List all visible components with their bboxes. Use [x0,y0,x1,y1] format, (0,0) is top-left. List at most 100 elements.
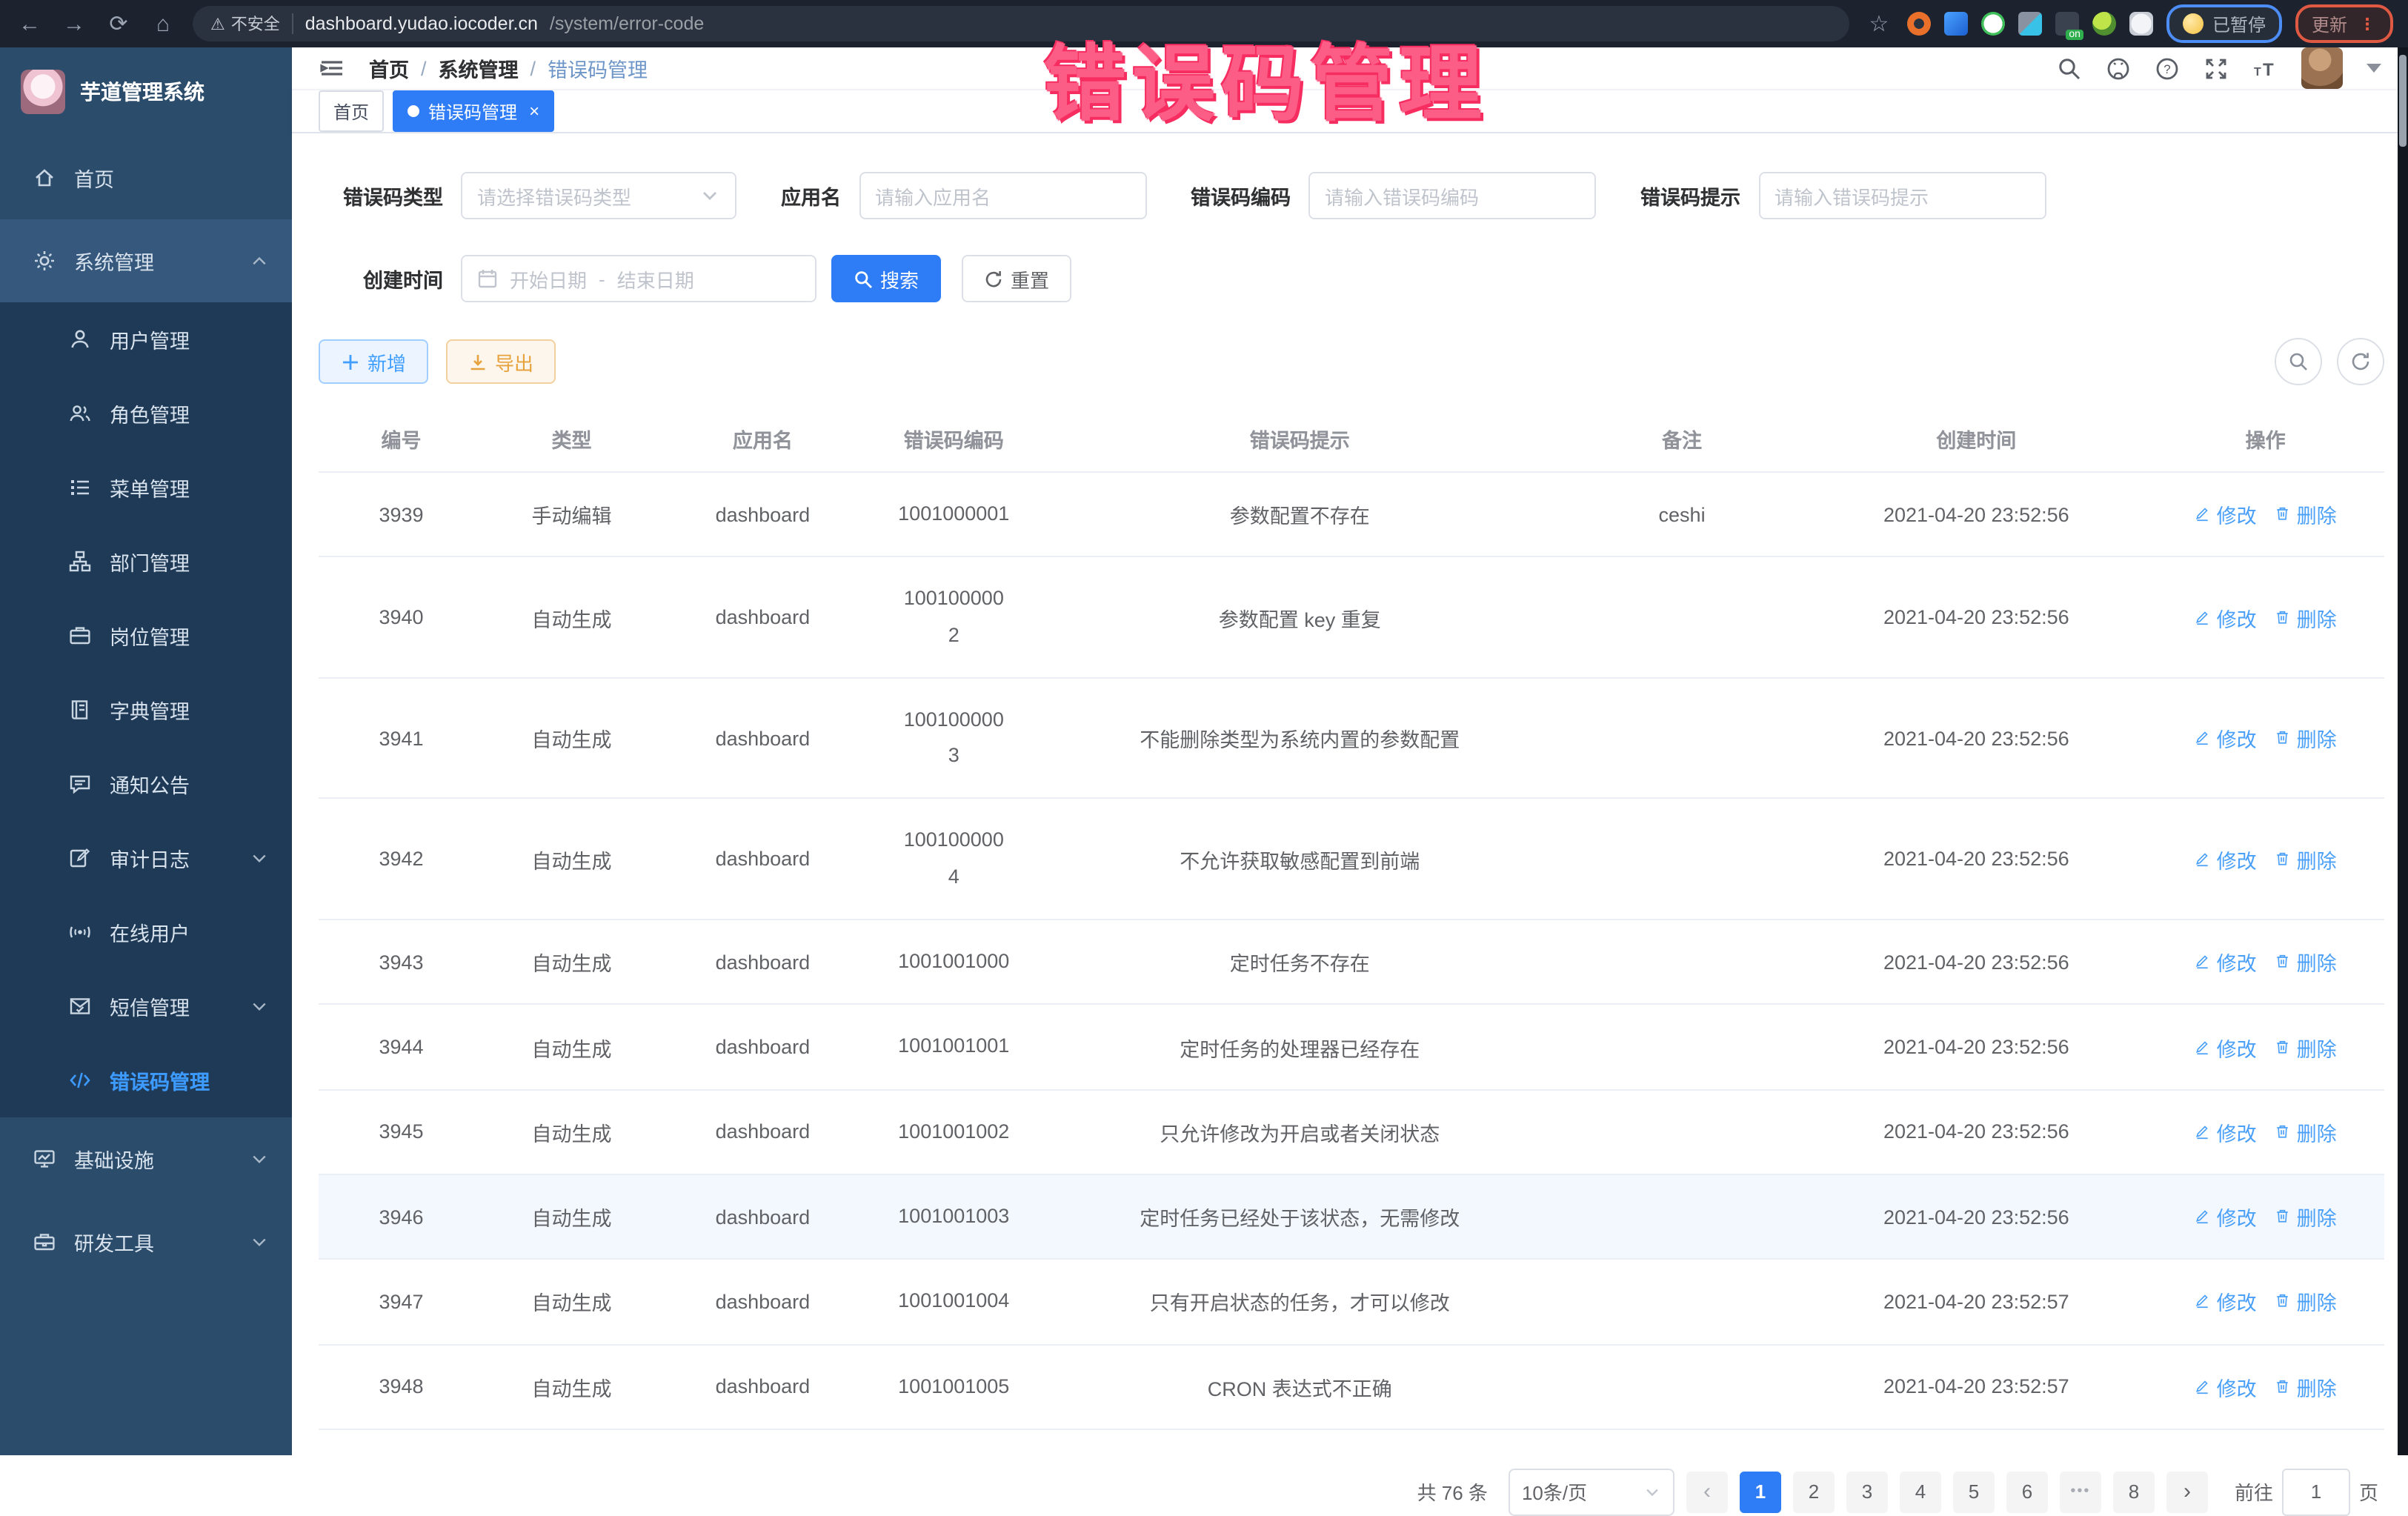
back-icon[interactable]: ← [15,9,44,39]
search-icon[interactable] [2057,56,2082,81]
extension-icon[interactable] [2092,12,2116,36]
toggle-search-button[interactable] [2275,338,2322,385]
refresh-table-button[interactable] [2337,338,2384,385]
scrollbar-thumb[interactable] [2399,55,2407,147]
sidebar-item-在线用户[interactable]: 在线用户 [0,895,292,969]
breadcrumb-item[interactable]: 系统管理 [439,53,519,83]
sidebar-item-首页[interactable]: 首页 [0,136,292,219]
error-msg-input[interactable]: 请输入错误码提示 [1758,172,2046,219]
scrollbar[interactable] [2398,47,2408,1455]
edit-button[interactable]: 修改 [2195,1372,2257,1401]
hamburger-icon[interactable] [319,55,345,82]
github-icon[interactable] [2106,56,2131,81]
fullscreen-icon[interactable] [2204,56,2229,81]
bookmark-star-icon[interactable]: ☆ [1864,9,1894,39]
page-button[interactable]: 4 [1900,1472,1941,1513]
edit-button[interactable]: 修改 [2195,1202,2257,1231]
export-button[interactable]: 导出 [446,339,556,384]
edit-button[interactable]: 修改 [2195,723,2257,753]
edit-button[interactable]: 修改 [2195,845,2257,874]
page-button[interactable]: 5 [1953,1472,1995,1513]
breadcrumb-item[interactable]: 首页 [369,53,409,83]
tab-home[interactable]: 首页 [319,90,384,132]
edit-button[interactable]: 修改 [2195,1032,2257,1062]
delete-button[interactable]: 删除 [2275,1117,2337,1147]
prev-page-button[interactable]: ‹ [1686,1472,1728,1513]
extension-icon[interactable] [1944,12,1968,36]
close-icon[interactable]: × [529,101,539,122]
extension-icon[interactable] [1907,12,1931,36]
edit-button[interactable]: 修改 [2195,499,2257,529]
page-button[interactable]: 3 [1846,1472,1888,1513]
column-header: 应用名 [659,406,866,472]
page-button[interactable]: 2 [1793,1472,1835,1513]
delete-button[interactable]: 删除 [2275,1202,2337,1231]
reload-icon[interactable]: ⟳ [104,9,133,39]
sidebar-item-基础设施[interactable]: 基础设施 [0,1117,292,1200]
error-type-select[interactable]: 请选择错误码类型 [461,172,736,219]
more-pages-button[interactable]: ••• [2060,1472,2101,1513]
sidebar-item-部门管理[interactable]: 部门管理 [0,525,292,599]
page-size-select[interactable]: 10条/页 [1509,1469,1674,1516]
browser-menu-icon[interactable]: ⋮ [2359,14,2377,33]
extension-icon[interactable]: on [2055,12,2079,36]
cell-memo [1558,799,1806,920]
edit-button[interactable]: 修改 [2195,947,2257,977]
address-bar[interactable]: ⚠ 不安全 dashboard.yudao.iocoder.cn/system/… [193,6,1849,41]
sidebar-item-岗位管理[interactable]: 岗位管理 [0,599,292,673]
cell-app: dashboard [659,1260,866,1345]
page-button[interactable]: 8 [2113,1472,2155,1513]
user-avatar[interactable] [2301,47,2343,89]
sidebar-item-字典管理[interactable]: 字典管理 [0,673,292,747]
delete-button[interactable]: 删除 [2275,499,2337,529]
app-title: 芋道管理系统 [80,77,204,107]
sidebar-item-菜单管理[interactable]: 菜单管理 [0,451,292,525]
sidebar-item-系统管理[interactable]: 系统管理 [0,219,292,302]
delete-button[interactable]: 删除 [2275,947,2337,977]
add-button[interactable]: 新增 [319,339,428,384]
sidebar-item-用户管理[interactable]: 用户管理 [0,302,292,376]
sidebar-item-研发工具[interactable]: 研发工具 [0,1200,292,1283]
sidebar-item-角色管理[interactable]: 角色管理 [0,376,292,451]
app-name-input[interactable]: 请输入应用名 [859,172,1146,219]
help-icon[interactable]: ? [2155,56,2180,81]
sidebar-item-短信管理[interactable]: 短信管理 [0,969,292,1043]
edit-button[interactable]: 修改 [2195,1117,2257,1147]
cell-memo [1558,920,1806,1005]
delete-button[interactable]: 删除 [2275,845,2337,874]
app-logo-row[interactable]: 芋道管理系统 [0,47,292,136]
edit-button[interactable]: 修改 [2195,1287,2257,1317]
chevron-down-icon [250,1150,268,1168]
cell-memo [1558,1344,1806,1429]
cell-id: 3944 [319,1005,484,1090]
puzzle-extension-icon[interactable] [2129,12,2153,36]
paused-badge[interactable]: 已暂停 [2166,4,2282,43]
delete-button[interactable]: 删除 [2275,723,2337,753]
font-size-icon[interactable]: TT [2252,56,2278,81]
chevron-down-icon[interactable] [2367,64,2381,73]
home-icon[interactable]: ⌂ [148,9,178,39]
delete-button[interactable]: 删除 [2275,1372,2337,1401]
extension-icon[interactable] [1981,12,2005,36]
reset-button[interactable]: 重置 [962,255,1071,302]
date-range-picker[interactable]: 开始日期 - 结束日期 [461,255,816,302]
delete-button[interactable]: 删除 [2275,602,2337,632]
sidebar-item-通知公告[interactable]: 通知公告 [0,747,292,821]
cell-type: 自动生成 [484,678,659,799]
tab-error-code[interactable]: 错误码管理 × [393,90,554,132]
sidebar-item-错误码管理[interactable]: 错误码管理 [0,1043,292,1117]
page-button[interactable]: 1 [1740,1472,1781,1513]
sidebar-item-审计日志[interactable]: 审计日志 [0,821,292,895]
next-page-button[interactable]: › [2166,1472,2208,1513]
forward-icon[interactable]: → [59,9,89,39]
delete-button[interactable]: 删除 [2275,1287,2337,1317]
goto-page-input[interactable] [2282,1469,2350,1516]
delete-button[interactable]: 删除 [2275,1032,2337,1062]
screen: ← → ⟳ ⌂ ⚠ 不安全 dashboard.yudao.iocoder.cn… [0,0,2408,1455]
error-code-input[interactable]: 请输入错误码编码 [1308,172,1596,219]
edit-button[interactable]: 修改 [2195,602,2257,632]
extension-icon[interactable] [2018,12,2042,36]
update-button[interactable]: 更新 ⋮ [2295,4,2393,43]
search-button[interactable]: 搜索 [831,255,941,302]
page-button[interactable]: 6 [2006,1472,2048,1513]
